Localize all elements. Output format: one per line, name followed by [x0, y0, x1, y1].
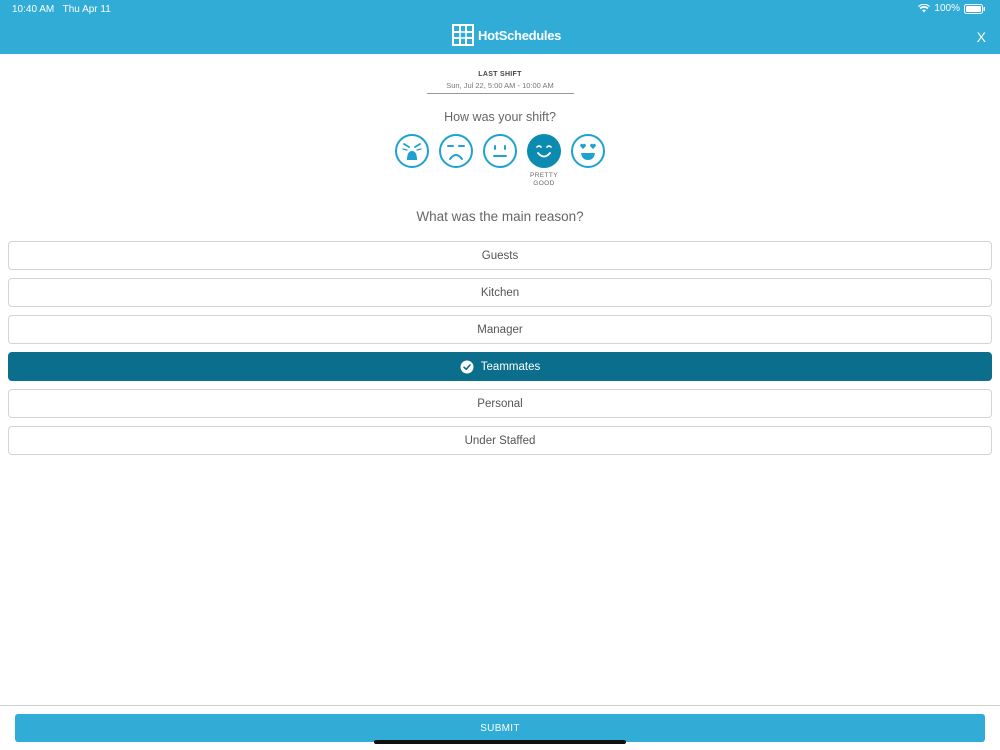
close-button[interactable]: X	[977, 29, 986, 45]
reason-option-personal[interactable]: Personal	[8, 389, 992, 418]
last-shift-title: LAST SHIFT	[478, 71, 522, 78]
smiling-face-icon	[527, 134, 561, 168]
wifi-icon	[918, 4, 931, 13]
reason-option-label: Under Staffed	[464, 434, 536, 447]
submit-button[interactable]: SUBMIT	[15, 714, 985, 742]
selected-rating-label: PRETTY GOOD	[529, 172, 559, 187]
reason-option-guests[interactable]: Guests	[8, 241, 992, 270]
brand-name: HotSchedules	[478, 27, 562, 43]
app-header: 10:40 AM Thu Apr 11 100% HotSchedules X	[0, 0, 1000, 54]
reason-question: What was the main reason?	[416, 209, 584, 224]
reason-option-label: Personal	[477, 397, 523, 410]
reason-option-label: Manager	[477, 323, 523, 336]
shift-rating-row: PRETTY GOOD	[0, 133, 1000, 193]
rating-option-4[interactable]: PRETTY GOOD	[526, 133, 562, 187]
rating-option-2[interactable]	[438, 133, 474, 169]
rating-option-3[interactable]	[482, 133, 518, 169]
hotschedules-logo: HotSchedules	[452, 24, 561, 46]
reason-option-label: Teammates	[480, 360, 541, 373]
reason-option-teammates[interactable]: Teammates	[8, 352, 992, 381]
reason-option-manager[interactable]: Manager	[8, 315, 992, 344]
crying-face-icon	[395, 134, 429, 168]
status-bar-time: 10:40 AM Thu Apr 11	[12, 4, 111, 15]
status-bar-right: 100%	[918, 3, 986, 14]
reason-options-list: Guests Kitchen Manager Teammates Persona…	[8, 241, 992, 463]
reason-option-kitchen[interactable]: Kitchen	[8, 278, 992, 307]
shift-question: How was your shift?	[444, 110, 556, 124]
reason-option-label: Guests	[481, 249, 519, 262]
hotschedules-logo-icon	[452, 24, 474, 46]
status-time: 10:40 AM	[12, 4, 55, 15]
footer-divider	[0, 705, 1000, 706]
reason-option-under-staffed[interactable]: Under Staffed	[8, 426, 992, 455]
last-shift-divider	[426, 93, 574, 94]
battery-percent: 100%	[934, 3, 960, 14]
neutral-face-icon	[483, 134, 517, 168]
rating-option-1[interactable]	[394, 133, 430, 169]
home-indicator[interactable]	[374, 740, 626, 744]
status-date: Thu Apr 11	[62, 4, 111, 15]
check-circle-icon	[460, 360, 474, 374]
last-shift-date: Sun, Jul 22, 5:00 AM - 10:00 AM	[446, 81, 554, 90]
sad-face-icon	[439, 134, 473, 168]
reason-option-label: Kitchen	[480, 286, 520, 299]
last-shift-info: LAST SHIFT Sun, Jul 22, 5:00 AM - 10:00 …	[0, 71, 1000, 94]
heart-eyes-face-icon	[571, 134, 605, 168]
battery-icon	[964, 3, 985, 14]
rating-option-5[interactable]	[570, 133, 606, 169]
